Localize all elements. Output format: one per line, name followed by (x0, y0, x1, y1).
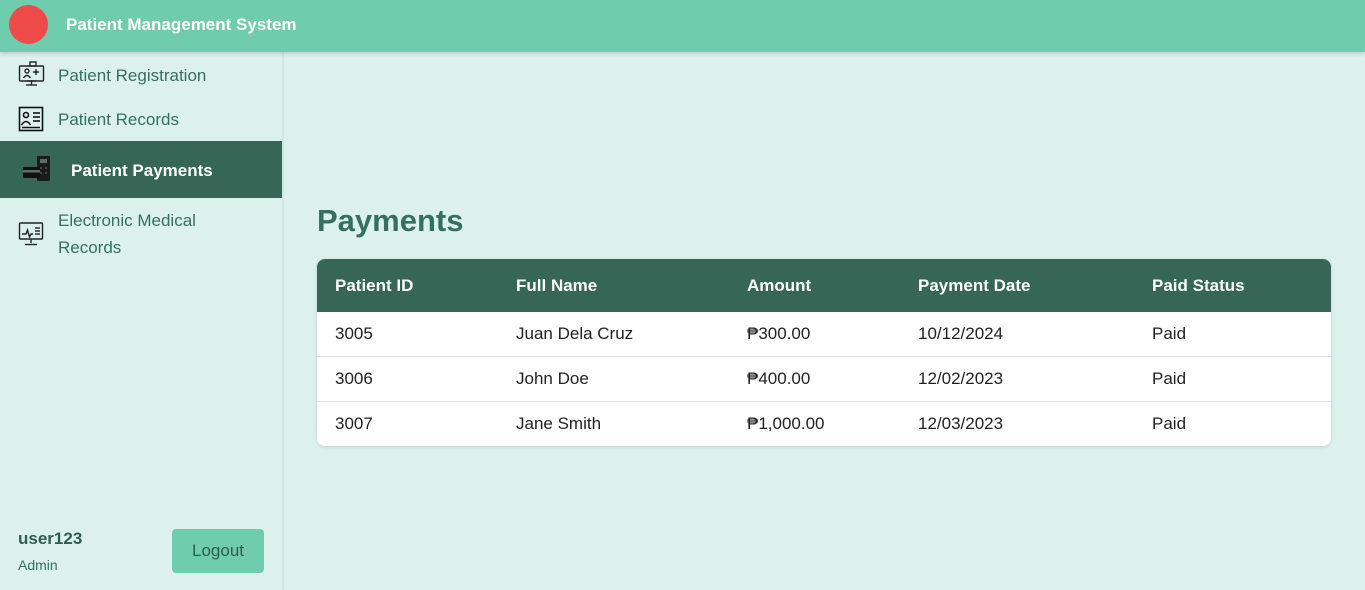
top-bar: Patient Management System (0, 0, 1365, 52)
cell-amount: ₱400.00 (747, 369, 811, 388)
cell-amount: ₱1,000.00 (747, 414, 825, 433)
user-role: Admin (18, 557, 58, 573)
column-header-full-name: Full Name (516, 275, 598, 295)
sidebar-item-label-line2: Records (58, 238, 122, 257)
cell-payment-date: 12/02/2023 (918, 369, 1004, 388)
cell-patient-id: 3006 (335, 369, 373, 388)
column-header-paid-status: Paid Status (1152, 275, 1245, 295)
page-title: Payments (317, 203, 464, 238)
sidebar-item-label-line1: Electronic Medical (58, 211, 196, 230)
payments-table: Patient ID Full Name Amount Payment Date… (317, 259, 1331, 446)
payments-icon (22, 155, 52, 188)
cell-paid-status: Paid (1152, 414, 1187, 433)
user-name: user123 (18, 529, 83, 548)
cell-full-name: Juan Dela Cruz (516, 324, 634, 343)
cell-paid-status: Paid (1152, 369, 1187, 388)
table-row[interactable]: 3007 Jane Smith ₱1,000.00 12/03/2023 Pai… (317, 402, 1331, 447)
app-logo (9, 5, 48, 44)
table-header-row: Patient ID Full Name Amount Payment Date… (317, 259, 1331, 312)
column-header-patient-id: Patient ID (335, 275, 414, 295)
cell-full-name: Jane Smith (516, 414, 602, 433)
medical-monitor-icon (18, 221, 44, 252)
sidebar-item-label: Patient Registration (58, 66, 207, 85)
cell-patient-id: 3007 (335, 414, 373, 433)
sidebar-item-patient-records[interactable]: Patient Records (0, 96, 282, 140)
logout-button[interactable]: Logout (172, 529, 264, 573)
sidebar-item-electronic-medical-records[interactable]: Electronic Medical Records (0, 198, 282, 268)
sidebar-item-label: Patient Payments (71, 161, 213, 180)
app-title: Patient Management System (66, 15, 297, 34)
column-header-amount: Amount (747, 275, 812, 295)
records-icon (18, 106, 44, 137)
cell-full-name: John Doe (516, 369, 589, 388)
sidebar-item-label: Patient Records (58, 110, 179, 129)
registration-icon (18, 61, 45, 93)
cell-paid-status: Paid (1152, 324, 1187, 343)
cell-amount: ₱300.00 (747, 324, 811, 343)
table-row[interactable]: 3006 John Doe ₱400.00 12/02/2023 Paid (317, 357, 1331, 402)
sidebar-item-patient-registration[interactable]: Patient Registration (0, 52, 282, 96)
sidebar: Patient Registration Patient Records Pat… (0, 52, 284, 590)
column-header-payment-date: Payment Date (918, 275, 1031, 295)
cell-payment-date: 12/03/2023 (918, 414, 1004, 433)
cell-patient-id: 3005 (335, 324, 373, 343)
sidebar-item-patient-payments[interactable]: Patient Payments (0, 141, 282, 198)
table-row[interactable]: 3005 Juan Dela Cruz ₱300.00 10/12/2024 P… (317, 312, 1331, 357)
cell-payment-date: 10/12/2024 (918, 324, 1004, 343)
